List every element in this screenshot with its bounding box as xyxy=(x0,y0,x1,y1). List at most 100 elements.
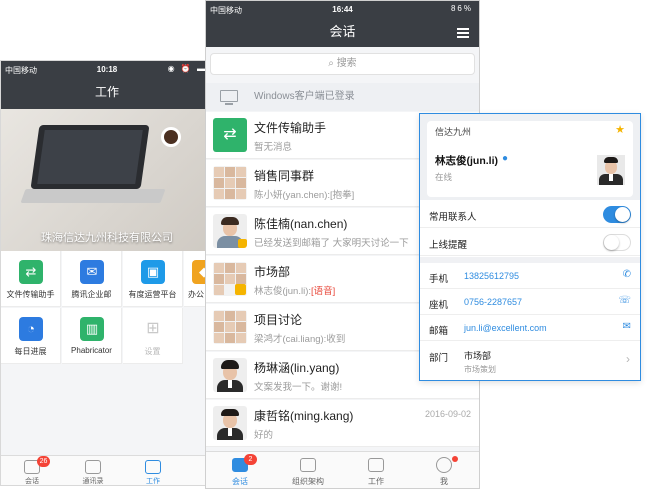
conversation-name: 文件传输助手 xyxy=(254,121,327,135)
status-icons: ◉ ⏰ ▬ xyxy=(167,64,207,73)
app-label: 每日进展 xyxy=(14,347,47,356)
phone-value: 13825612795 xyxy=(464,271,520,281)
frequent-contact-toggle[interactable] xyxy=(603,206,631,223)
menu-icon[interactable] xyxy=(457,28,469,38)
app-file-transfer[interactable]: ⇄ 文件传输助手 xyxy=(1,251,61,307)
conversation-page-title: 会话 xyxy=(206,19,479,47)
department-sub: 市场策划 xyxy=(464,365,496,374)
conversation-preview: 已经发送到邮箱了 大家明天讨论一下 xyxy=(254,238,409,249)
company-banner: 珠海信达九州科技有限公司 xyxy=(1,109,213,251)
chart-icon: ▥ xyxy=(80,317,104,341)
phone-icon[interactable]: ✆ xyxy=(623,269,631,280)
tab-label: 会话 xyxy=(25,478,39,485)
work-screen: 中国移动 10:18 ◉ ⏰ ▬ 工作 珠海信达九州科技有限公司 ⇄ 文件传输助… xyxy=(0,60,214,486)
email-value: jun.li@excellent.com xyxy=(464,323,547,333)
conversation-preview: 暂无消息 xyxy=(254,142,293,153)
tab-label: 工作 xyxy=(146,478,160,485)
settings-icon: ⊞ xyxy=(141,317,165,341)
phone-label: 手机 xyxy=(429,274,449,285)
search-icon: ⌕ xyxy=(328,58,334,69)
group-avatar xyxy=(213,310,247,344)
unread-badge: 2 xyxy=(244,454,257,465)
email-row[interactable]: 邮箱 jun.li@excellent.com ✉ xyxy=(420,315,640,341)
page-title: 会话 xyxy=(329,24,356,39)
company-name: 珠海信达九州科技有限公司 xyxy=(41,232,173,244)
status-bar: 中国移动 16:44 86% xyxy=(206,1,479,19)
file-transfer-icon: ⇄ xyxy=(19,260,43,284)
phone-row[interactable]: 手机 13825612795 ✆ xyxy=(420,263,640,289)
conversation-name: 康哲铭(ming.kang) xyxy=(254,409,354,423)
app-label: Phabricator xyxy=(71,346,112,355)
frequent-contact-label: 常用联系人 xyxy=(429,212,477,223)
app-youdu-ops[interactable]: ▣ 有度运营平台 xyxy=(123,251,183,307)
department-row[interactable]: 部门 市场部 市场策划 › xyxy=(420,341,640,380)
tab-label: 工作 xyxy=(368,477,384,486)
status-badge xyxy=(235,284,246,295)
avatar xyxy=(213,214,247,248)
person-icon: ● xyxy=(502,153,509,164)
contacts-icon xyxy=(85,460,101,474)
app-tencent-mail[interactable]: ✉ 腾讯企业邮 xyxy=(62,251,122,307)
avatar xyxy=(213,358,247,392)
tab-label: 我 xyxy=(440,477,448,486)
contact-name: 林志俊(jun.li) xyxy=(435,155,498,167)
group-avatar xyxy=(213,166,247,200)
briefcase-icon: ▣ xyxy=(141,260,165,284)
preview-sender: 林志俊(jun.li): xyxy=(254,286,312,297)
app-label: 腾讯企业邮 xyxy=(71,290,112,299)
online-alert-toggle[interactable] xyxy=(603,234,631,251)
tab-conversations[interactable]: 2 会话 xyxy=(206,452,274,488)
tab-label: 通讯录 xyxy=(82,478,104,485)
landline-label: 座机 xyxy=(429,300,449,311)
mail-icon: ✉ xyxy=(80,260,104,284)
org-structure-icon xyxy=(300,458,316,472)
tab-work[interactable]: 工作 xyxy=(123,456,183,485)
conversation-preview: 好的 xyxy=(254,430,274,441)
desktop-notice-text: Windows客户端已登录 xyxy=(254,91,355,102)
app-phabricator[interactable]: ▥ Phabricator xyxy=(62,308,122,364)
tab-label: 会话 xyxy=(232,477,248,486)
app-daily-progress[interactable]: ◔ 每日进展 xyxy=(1,308,61,364)
tab-work[interactable]: 工作 xyxy=(342,452,410,488)
mail-icon[interactable]: ✉ xyxy=(623,321,631,332)
frequent-contact-row: 常用联系人 xyxy=(420,200,640,228)
app-label: 设置 xyxy=(144,347,161,356)
telephone-icon[interactable]: ☏ xyxy=(618,295,631,306)
search-input[interactable]: ⌕ 搜索 xyxy=(210,53,475,75)
company-label: 信达九州 xyxy=(435,127,472,137)
status-time: 16:44 xyxy=(332,5,353,14)
bottom-tab-bar: 2 会话 组织架构 工作 我 xyxy=(206,451,479,488)
contact-header: 信达九州 ★ 林志俊(jun.li) ● 在线 xyxy=(420,114,640,200)
conversation-item[interactable]: 康哲铭(ming.kang) 好的 2016-09-02 xyxy=(206,400,479,447)
avatar[interactable] xyxy=(597,155,625,185)
app-settings[interactable]: ⊞ 设置 xyxy=(123,308,183,364)
department-value: 市场部 xyxy=(464,351,492,361)
star-icon[interactable]: ★ xyxy=(615,123,625,136)
conversation-preview: 文案发我一下。谢谢! xyxy=(254,382,343,393)
conversation-preview: 梁鸿才(cai.liang):收到 xyxy=(254,334,346,345)
work-page-title: 工作 xyxy=(1,79,213,109)
tab-org-structure[interactable]: 组织架构 xyxy=(274,452,342,488)
contact-card: 信达九州 ★ 林志俊(jun.li) ● 在线 常用联系人 上线提醒 手机 13… xyxy=(419,113,641,381)
conversation-name: 销售同事群 xyxy=(254,169,315,183)
online-alert-label: 上线提醒 xyxy=(429,240,468,251)
group-avatar xyxy=(213,262,247,296)
tab-conversations[interactable]: 26 会话 xyxy=(1,456,63,485)
daily-progress-icon: ◔ xyxy=(19,317,43,341)
chevron-right-icon: › xyxy=(626,352,630,366)
battery-text: 86% xyxy=(450,4,473,13)
tab-contacts[interactable]: 通讯录 xyxy=(63,456,123,485)
avatar xyxy=(213,406,247,440)
conversation-name: 市场部 xyxy=(254,265,291,279)
status-badge xyxy=(238,239,247,248)
conversation-name: 陈佳楠(nan.chen) xyxy=(254,217,348,231)
landline-row[interactable]: 座机 0756-2287657 ☏ xyxy=(420,289,640,315)
file-transfer-icon: ⇄ xyxy=(213,118,247,152)
notification-dot xyxy=(452,456,458,462)
email-label: 邮箱 xyxy=(429,326,449,337)
desktop-login-notice[interactable]: Windows客户端已登录 xyxy=(206,83,479,111)
work-icon xyxy=(145,460,161,474)
unread-badge: 26 xyxy=(37,456,50,467)
conversation-date: 2016-09-02 xyxy=(424,409,471,419)
tab-me[interactable]: 我 xyxy=(410,452,478,488)
